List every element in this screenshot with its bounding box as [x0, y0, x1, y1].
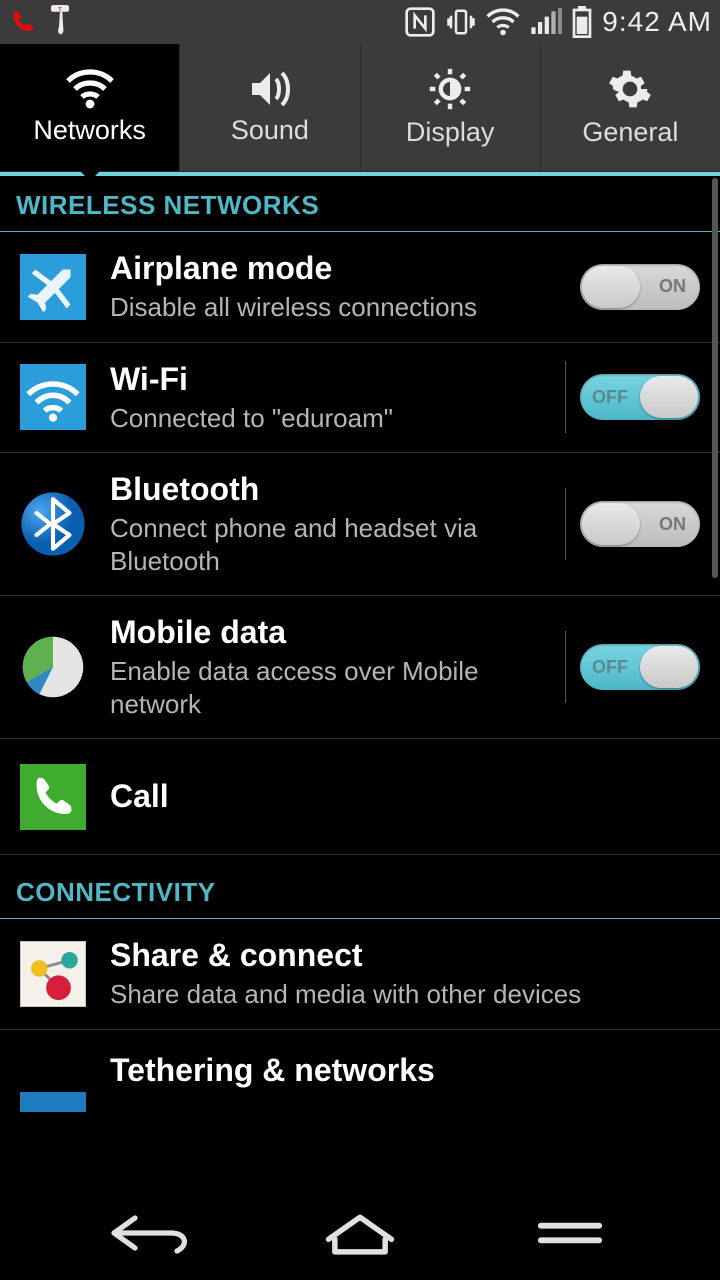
mobile-data-icon	[20, 634, 86, 700]
row-bluetooth[interactable]: Bluetooth Connect phone and headset via …	[0, 453, 720, 596]
toggle-off-label: OFF	[592, 387, 628, 408]
status-time: 9:42 AM	[602, 6, 712, 38]
back-button[interactable]	[90, 1203, 210, 1263]
row-title: Airplane mode	[110, 250, 580, 287]
wifi-icon	[20, 364, 86, 430]
row-title: Tethering & networks	[110, 1052, 700, 1089]
toggle-on-label: ON	[659, 276, 686, 297]
row-wifi[interactable]: Wi-Fi Connected to "eduroam" OFF ON	[0, 343, 720, 454]
vibrate-icon	[446, 6, 476, 38]
airplane-toggle[interactable]: OFF ON	[580, 264, 700, 310]
row-subtitle: Enable data access over Mobile network	[110, 653, 530, 720]
row-title: Share & connect	[110, 937, 700, 974]
tethering-icon	[20, 1092, 86, 1112]
missed-call-icon	[8, 8, 38, 36]
tmobile-icon: T	[46, 5, 74, 39]
tab-label: General	[582, 117, 678, 148]
menu-button[interactable]	[510, 1203, 630, 1263]
tab-label: Display	[406, 117, 495, 148]
bluetooth-icon	[20, 491, 86, 557]
airplane-icon	[20, 254, 86, 320]
share-connect-icon	[20, 941, 86, 1007]
tab-label: Networks	[33, 115, 146, 146]
toggle-knob	[582, 503, 640, 545]
toggle-knob	[582, 266, 640, 308]
wifi-toggle[interactable]: OFF ON	[580, 374, 700, 420]
section-header-wireless: WIRELESS NETWORKS	[0, 176, 720, 232]
section-header-connectivity: CONNECTIVITY	[0, 855, 720, 919]
mobile-data-toggle[interactable]: OFF ON	[580, 644, 700, 690]
row-tethering[interactable]: Tethering & networks	[0, 1030, 720, 1130]
row-share-connect[interactable]: Share & connect Share data and media wit…	[0, 919, 720, 1030]
scrollbar[interactable]	[712, 178, 718, 578]
row-title: Wi-Fi	[110, 361, 551, 398]
call-icon	[20, 764, 86, 830]
navigation-bar	[0, 1184, 720, 1280]
nfc-icon	[404, 6, 436, 38]
tab-sound[interactable]: Sound	[180, 44, 360, 171]
row-subtitle: Connect phone and headset via Bluetooth	[110, 510, 530, 577]
tab-networks[interactable]: Networks	[0, 44, 180, 171]
row-subtitle: Connected to "eduroam"	[110, 400, 530, 435]
toggle-off-label: OFF	[592, 657, 628, 678]
toggle-knob	[640, 646, 698, 688]
tab-general[interactable]: General	[541, 44, 720, 171]
tab-display[interactable]: Display	[361, 44, 541, 171]
row-divider	[565, 631, 566, 703]
row-title: Call	[110, 778, 700, 815]
home-button[interactable]	[300, 1203, 420, 1263]
row-divider	[565, 361, 566, 433]
row-title: Mobile data	[110, 614, 551, 651]
toggle-knob	[640, 376, 698, 418]
bluetooth-toggle[interactable]: OFF ON	[580, 501, 700, 547]
settings-tabs: Networks Sound Display General	[0, 44, 720, 172]
row-airplane-mode[interactable]: Airplane mode Disable all wireless conne…	[0, 232, 720, 343]
wifi-icon	[486, 8, 520, 36]
status-bar: T 9:42 AM	[0, 0, 720, 44]
row-subtitle: Share data and media with other devices	[110, 976, 670, 1011]
row-subtitle: Disable all wireless connections	[110, 289, 530, 324]
row-mobile-data[interactable]: Mobile data Enable data access over Mobi…	[0, 596, 720, 739]
row-title: Bluetooth	[110, 471, 551, 508]
settings-list[interactable]: WIRELESS NETWORKS Airplane mode Disable …	[0, 176, 720, 1130]
svg-text:T: T	[58, 7, 62, 13]
signal-icon	[530, 8, 562, 36]
battery-icon	[572, 6, 592, 38]
row-divider	[565, 488, 566, 560]
row-call[interactable]: Call	[0, 739, 720, 855]
toggle-on-label: ON	[659, 514, 686, 535]
tab-label: Sound	[231, 115, 309, 146]
